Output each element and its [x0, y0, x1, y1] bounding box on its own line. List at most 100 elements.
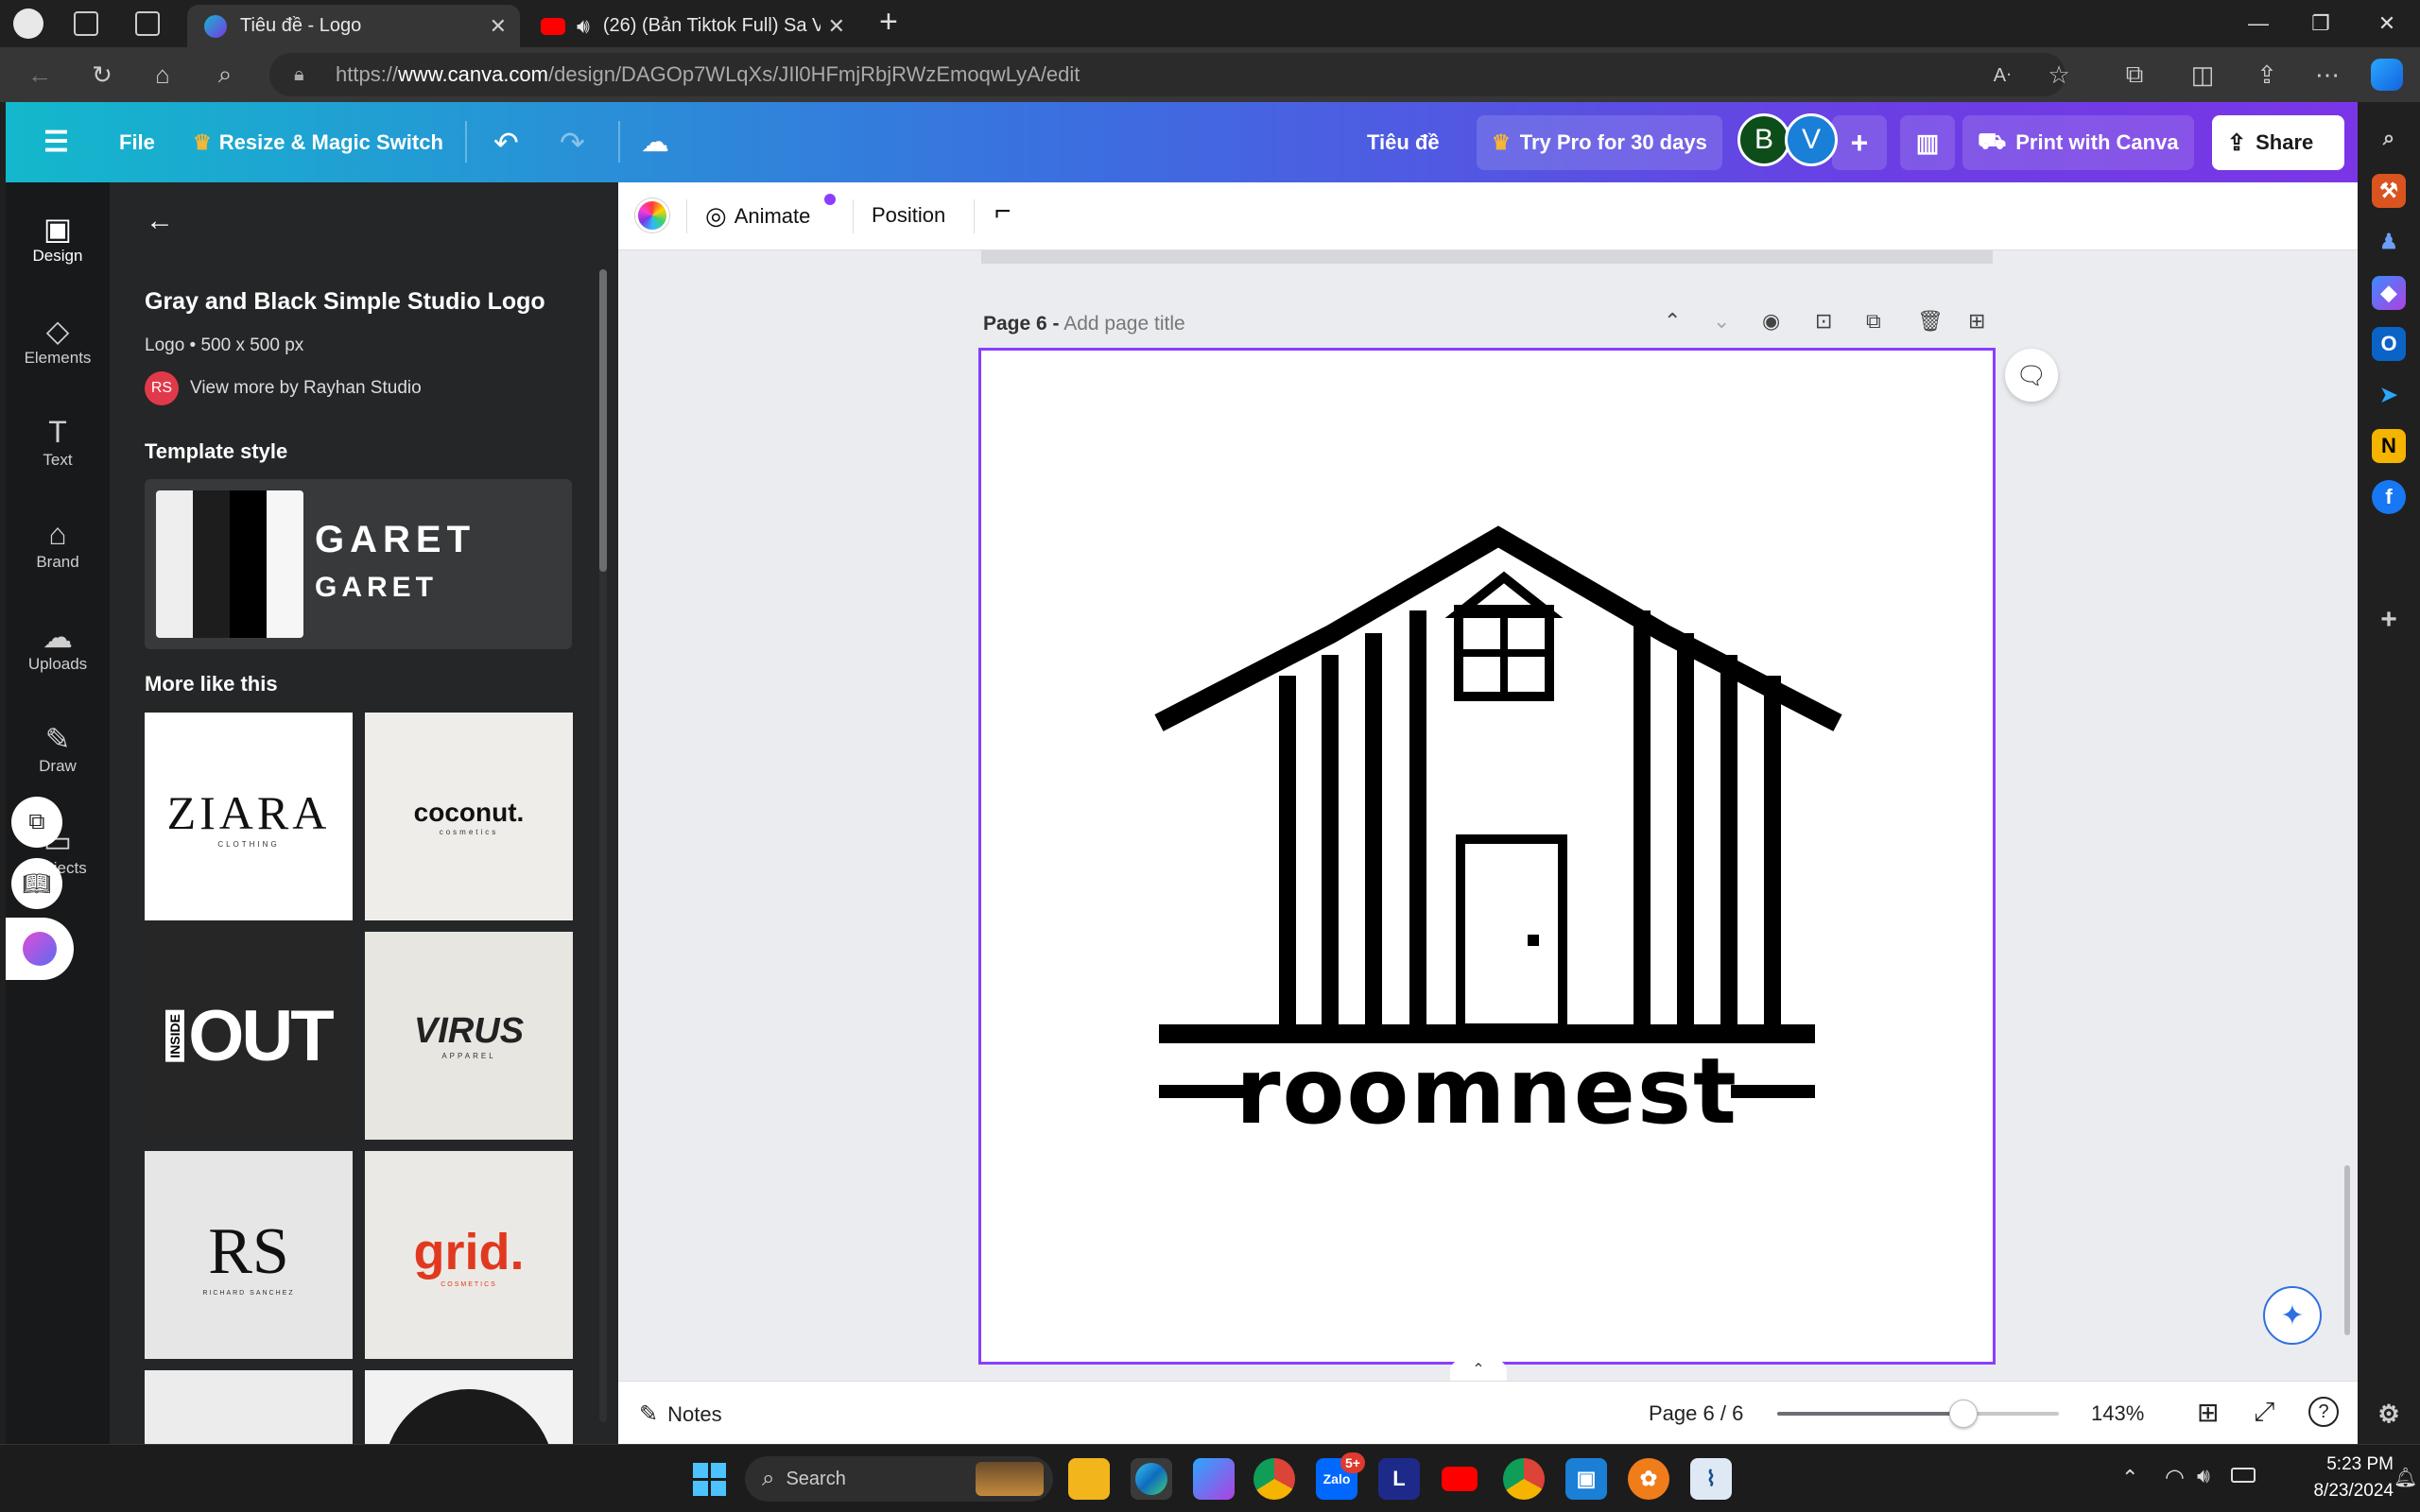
back-icon[interactable]: ← — [19, 55, 60, 94]
new-tab-icon[interactable]: + — [879, 4, 898, 41]
grid-view-icon[interactable]: ⊞ — [2197, 1397, 2219, 1428]
more-menu-icon[interactable]: ⋯ — [2307, 55, 2348, 94]
add-page-icon[interactable]: ⊞ — [1968, 309, 1985, 334]
tab-actions-icon[interactable] — [135, 11, 160, 36]
fullscreen-icon[interactable]: ⤢ — [2254, 1397, 2274, 1428]
duplicate-page-icon[interactable]: ⧉ — [1866, 309, 1881, 334]
magic-assistant-button[interactable]: ✦ — [2263, 1286, 2322, 1345]
template-thumb[interactable]: RS RICHARD SANCHEZ — [145, 1151, 353, 1359]
notion-n-icon[interactable]: N — [2372, 429, 2406, 463]
search-icon[interactable]: ⌕ — [2372, 121, 2406, 155]
battery-icon[interactable] — [2231, 1468, 2256, 1483]
extensions-icon[interactable]: ⧉ — [2114, 55, 2155, 94]
url-field[interactable]: 🔒︎ https:// www.canva.com /design/DAGOp7… — [269, 53, 2066, 96]
help-icon[interactable]: ? — [2308, 1397, 2339, 1427]
show-pages-handle[interactable]: ⌃ — [1450, 1360, 1507, 1381]
delete-page-icon[interactable]: 🗑︎ — [1917, 309, 1944, 334]
clock-time[interactable]: 5:23 PM — [2276, 1454, 2394, 1475]
back-arrow-icon[interactable]: ← — [146, 205, 174, 237]
rail-item-design[interactable]: ▣ Design — [6, 201, 110, 292]
canvas-scrollbar[interactable] — [2344, 1165, 2350, 1335]
page-title-input[interactable]: Add page title — [1063, 313, 1184, 335]
wifi-icon[interactable]: ◠ — [2165, 1464, 2185, 1491]
profile-avatar-icon[interactable] — [13, 9, 43, 39]
clock-date[interactable]: 8/23/2024 — [2276, 1481, 2394, 1502]
orange-app-icon[interactable]: ✿ — [1628, 1458, 1669, 1500]
home-icon[interactable]: ⌂ — [142, 55, 183, 94]
rail-item-brand[interactable]: ⌂ Brand — [6, 507, 110, 598]
taskbar-search[interactable]: ⌕ Search — [745, 1456, 1053, 1502]
avatar[interactable]: V — [1785, 113, 1838, 166]
add-comment-button[interactable]: 🗨︎ — [2005, 349, 2058, 402]
hamburger-menu-icon[interactable]: ☰ — [43, 102, 69, 182]
windows-start-icon[interactable] — [688, 1458, 730, 1500]
ai-brain-float-button[interactable] — [6, 918, 74, 980]
template-thumb[interactable] — [365, 1370, 573, 1444]
design-title[interactable]: Tiêu đề — [1367, 102, 1440, 182]
template-thumb[interactable]: ZIARA CLOTHING — [145, 713, 353, 920]
position-button[interactable]: Position — [872, 203, 945, 228]
outlook-icon[interactable]: O — [2372, 327, 2406, 361]
copilot-taskbar-icon[interactable] — [1193, 1458, 1235, 1500]
file-menu-button[interactable]: File — [119, 102, 155, 182]
zoom-level[interactable]: 143% — [2091, 1401, 2144, 1426]
share-page-icon[interactable]: ⇪ — [2246, 55, 2288, 94]
template-thumb[interactable]: grid. COSMETICS — [365, 1151, 573, 1359]
color-picker-icon[interactable] — [635, 198, 669, 232]
volume-icon[interactable]: 🔊︎ — [2197, 1464, 2210, 1488]
edge-browser-icon[interactable] — [1131, 1458, 1172, 1500]
template-style-card[interactable]: GARET GARET — [145, 479, 572, 649]
chrome-profile-icon[interactable] — [1503, 1458, 1545, 1500]
speaker-icon[interactable]: 🔊︎ — [577, 14, 590, 39]
roomnest-logo[interactable]: roomnest — [981, 351, 1993, 1362]
monitor-app-icon[interactable]: ⌇ — [1690, 1458, 1732, 1500]
split-screen-icon[interactable]: ◫ — [2182, 55, 2223, 94]
notifications-bell-icon[interactable]: 🔔︎ — [2394, 1466, 2417, 1489]
rail-item-text[interactable]: T Text — [6, 405, 110, 496]
resize-magic-switch-button[interactable]: ♛ Resize & Magic Switch — [193, 102, 443, 182]
avatar[interactable]: B — [1737, 113, 1790, 166]
rail-item-elements[interactable]: ◇ Elements — [6, 303, 110, 394]
add-collaborator-icon[interactable]: + — [1832, 115, 1887, 170]
close-tab-icon[interactable]: ✕ — [490, 14, 507, 39]
zoom-slider[interactable] — [1777, 1400, 2059, 1428]
reader-float-button[interactable]: 📖︎ — [11, 858, 62, 909]
page-up-icon[interactable]: ⌃ — [1664, 309, 1681, 334]
copilot-icon[interactable] — [2371, 59, 2403, 91]
read-aloud-icon[interactable]: Aᐧ — [1981, 55, 2023, 94]
search-icon[interactable]: ⌕ — [204, 55, 246, 94]
design-page[interactable]: roomnest — [978, 348, 1996, 1365]
tab-youtube[interactable]: 🔊︎ (26) (Bản Tiktok Full) Sa Vào ✕ — [526, 5, 858, 47]
author-link[interactable]: View more by Rayhan Studio — [190, 378, 422, 399]
favorite-star-icon[interactable]: ☆ — [2038, 55, 2080, 94]
notes-button[interactable]: ✎ Notes — [639, 1400, 722, 1428]
redo-icon[interactable]: ↷ — [560, 102, 585, 182]
hide-page-icon[interactable]: ◉ — [1762, 309, 1780, 334]
l-app-icon[interactable]: L — [1378, 1458, 1420, 1500]
try-pro-button[interactable]: ♛ Try Pro for 30 days — [1477, 115, 1722, 170]
lock-page-icon[interactable]: ⊡ — [1815, 309, 1832, 334]
tools-icon[interactable]: ⚒ — [2372, 174, 2406, 208]
panel-scrollbar[interactable] — [599, 269, 607, 1422]
template-thumb[interactable]: INSIDE OUT — [145, 932, 353, 1140]
page-down-icon[interactable]: ⌄ — [1713, 309, 1730, 334]
file-explorer-icon[interactable] — [1068, 1458, 1110, 1500]
chrome-icon[interactable] — [1253, 1458, 1295, 1500]
tab-canva[interactable]: Tiêu đề - Logo ✕ — [187, 5, 520, 47]
panel-scroll-thumb[interactable] — [599, 269, 607, 572]
share-button[interactable]: ⇪ Share — [2212, 115, 2344, 170]
close-window-icon[interactable]: ✕ — [2354, 0, 2420, 47]
show-hidden-icons[interactable]: ⌃ — [2121, 1466, 2138, 1490]
zoom-slider-knob[interactable] — [1948, 1400, 1978, 1428]
close-tab-icon[interactable]: ✕ — [828, 14, 845, 39]
cloud-saved-icon[interactable]: ☁ — [641, 102, 669, 182]
insights-chart-icon[interactable]: ▥ — [1900, 115, 1955, 170]
youtube-icon[interactable] — [1439, 1458, 1480, 1500]
rail-item-uploads[interactable]: ☁ Uploads — [6, 610, 110, 700]
people-icon[interactable]: ♟ — [2372, 225, 2406, 259]
rail-item-draw[interactable]: ✎ Draw — [6, 712, 110, 802]
settings-gear-icon[interactable]: ⚙ — [2372, 1397, 2406, 1431]
template-thumb[interactable]: VIRUS APPAREL — [365, 932, 573, 1140]
undo-icon[interactable]: ↶ — [493, 102, 519, 182]
refresh-icon[interactable]: ↻ — [81, 55, 123, 94]
